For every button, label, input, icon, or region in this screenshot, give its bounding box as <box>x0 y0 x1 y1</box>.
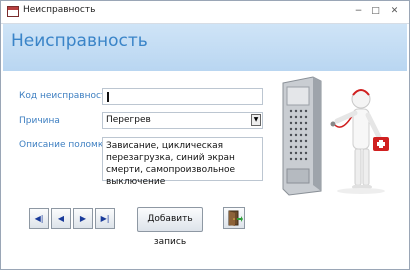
reason-value: Перегрев <box>106 115 151 125</box>
form-icon <box>7 6 19 17</box>
exit-door-icon <box>228 210 243 226</box>
close-form-button[interactable] <box>223 207 245 229</box>
reason-select[interactable]: Перегрев ▼ <box>102 112 263 129</box>
minimize-button[interactable]: − <box>352 5 365 18</box>
computer-doctor-illustration <box>282 76 389 196</box>
description-textarea[interactable]: Зависание, циклическая перезагрузка, син… <box>102 137 263 187</box>
description-value: Зависание, циклическая перезагрузка, син… <box>106 141 236 187</box>
description-label: Описание поломки <box>19 140 110 150</box>
last-record-button[interactable]: ▶| <box>95 208 115 229</box>
close-button[interactable]: ✕ <box>388 5 401 18</box>
add-record-button[interactable]: Добавить запись <box>137 207 203 247</box>
first-record-button[interactable]: ◀| <box>29 208 49 229</box>
form-window: Неисправность − □ ✕ Неисправность Код не… <box>0 0 410 270</box>
maximize-button[interactable]: □ <box>369 5 382 18</box>
form-title: Неисправность <box>11 31 148 51</box>
text-cursor <box>107 92 109 102</box>
code-label: Код неисправности <box>19 91 113 101</box>
dropdown-arrow-icon[interactable]: ▼ <box>251 114 261 126</box>
window-title: Неисправность <box>23 5 96 15</box>
form-header: Неисправность <box>3 24 407 71</box>
title-bar: Неисправность − □ ✕ <box>1 1 409 24</box>
previous-record-button[interactable]: ◀ <box>51 208 71 229</box>
next-record-button[interactable]: ▶ <box>73 208 93 229</box>
code-field[interactable] <box>102 88 263 105</box>
reason-label: Причина <box>19 116 60 126</box>
